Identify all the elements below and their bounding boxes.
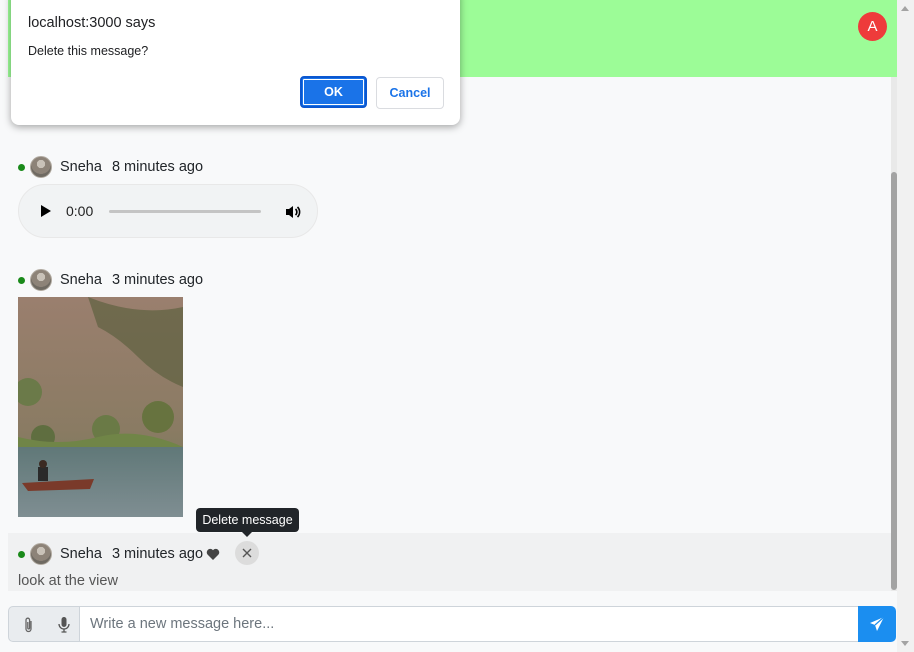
like-button[interactable] xyxy=(205,546,221,562)
avatar xyxy=(30,269,52,291)
scroll-up-icon[interactable] xyxy=(901,6,909,11)
avatar xyxy=(30,543,52,565)
online-status-dot xyxy=(18,550,25,558)
message-author: Sneha xyxy=(60,159,102,175)
online-status-dot xyxy=(18,276,25,284)
dialog-message: Delete this message? xyxy=(28,44,149,58)
message-time: 8 minutes ago xyxy=(111,159,204,175)
cancel-button[interactable]: Cancel xyxy=(376,77,444,109)
message-image[interactable] xyxy=(18,297,183,517)
audio-time: 0:00 xyxy=(66,203,94,219)
message-composer xyxy=(8,606,896,642)
ok-button[interactable]: OK xyxy=(300,76,367,108)
message-time: 3 minutes ago xyxy=(111,272,204,288)
play-icon[interactable] xyxy=(41,205,51,217)
message-header: Sneha 8 minutes ago xyxy=(18,156,203,178)
message-header: Sneha 3 minutes ago xyxy=(18,543,203,565)
confirm-dialog: localhost:3000 says Delete this message?… xyxy=(11,0,460,125)
microphone-icon[interactable] xyxy=(56,616,72,634)
delete-tooltip: Delete message xyxy=(196,508,299,532)
message-text: look at the view xyxy=(18,573,118,589)
send-button[interactable] xyxy=(858,606,896,642)
volume-icon[interactable] xyxy=(285,204,301,220)
delete-message-button[interactable] xyxy=(235,541,259,565)
tooltip-arrow xyxy=(242,532,252,537)
user-avatar[interactable]: A xyxy=(858,12,887,41)
message-author: Sneha xyxy=(60,546,102,562)
scroll-down-icon[interactable] xyxy=(901,641,909,646)
message-author: Sneha xyxy=(60,272,102,288)
close-icon xyxy=(242,548,252,558)
heart-icon xyxy=(206,548,220,560)
message-time: 3 minutes ago xyxy=(111,546,204,562)
attachment-controls xyxy=(8,606,80,642)
paperclip-icon[interactable] xyxy=(21,616,37,634)
audio-progress-slider[interactable] xyxy=(109,210,261,213)
dialog-title: localhost:3000 says xyxy=(28,15,156,31)
message-header: Sneha 3 minutes ago xyxy=(18,269,203,291)
online-status-dot xyxy=(18,163,25,171)
page-scrollbar[interactable] xyxy=(897,0,914,652)
avatar xyxy=(30,156,52,178)
audio-player[interactable]: 0:00 xyxy=(18,184,318,238)
send-icon xyxy=(870,616,885,631)
message-input[interactable] xyxy=(80,606,858,642)
